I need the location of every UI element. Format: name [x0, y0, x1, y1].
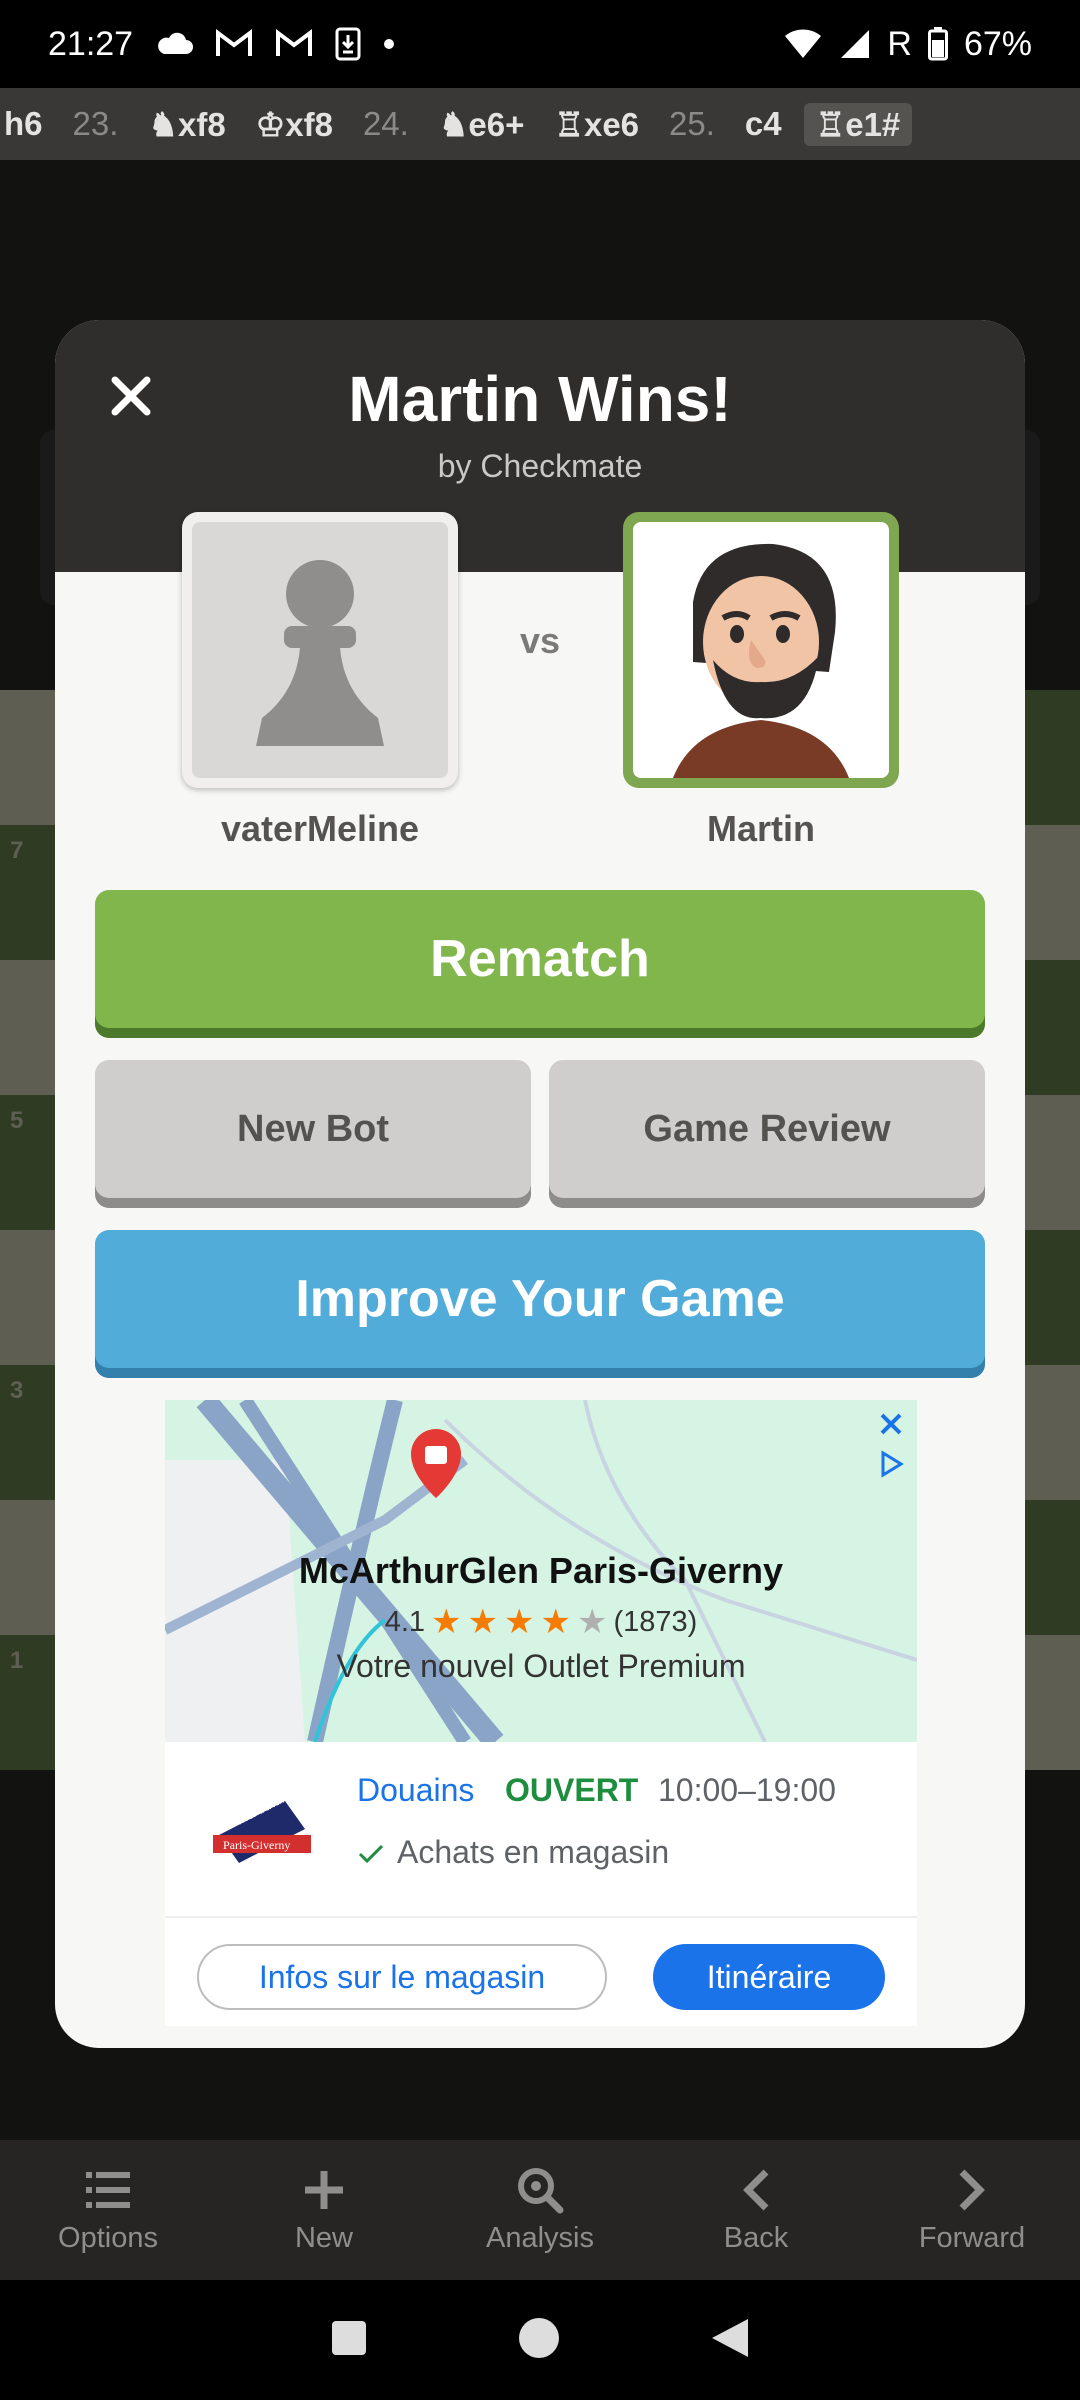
store-feature-label: Achats en magasin [397, 1834, 670, 1870]
home-button[interactable] [518, 2317, 560, 2364]
square-icon [332, 2320, 366, 2355]
signal-icon [839, 28, 871, 60]
ad-tagline: Votre nouvel Outlet Premium [336, 1648, 746, 1684]
plus-icon [305, 2170, 343, 2209]
forward-label: Forward [918, 2221, 1026, 2254]
bot-name: Martin [707, 808, 815, 849]
analysis-button[interactable]: Analysis [432, 2140, 648, 2280]
store-open-status: OUVERT [505, 1772, 639, 1808]
store-logo: McArthur Glen Paris-Giverny [209, 1776, 315, 1867]
divider [165, 1916, 917, 1918]
result-title: Martin Wins! [348, 363, 732, 435]
triangle-back-icon [712, 2318, 748, 2357]
wifi-icon [783, 28, 823, 60]
store-info-button[interactable]: Infos sur le magasin [197, 1944, 607, 2010]
download-icon [335, 27, 361, 61]
game-over-modal: Martin Wins! by Checkmate vs vaterMeline… [55, 320, 1025, 2048]
game-review-button[interactable]: Game Review [549, 1060, 985, 1208]
gmail-icon [215, 29, 253, 59]
system-nav-bar [0, 2280, 1080, 2400]
cloud-icon [155, 32, 194, 56]
gmail-icon [275, 29, 313, 59]
move[interactable]: h6 [4, 105, 43, 143]
move[interactable]: ♖xe6 [554, 105, 639, 144]
forward-button[interactable]: Forward [864, 2140, 1080, 2280]
star-icon: ★ [467, 1603, 498, 1641]
network-type: R [887, 24, 912, 63]
player-name: vaterMeline [220, 808, 420, 849]
star-icon: ★ [504, 1603, 535, 1641]
home-circle-icon [519, 2317, 559, 2358]
ad-store-info[interactable]: McArthur Glen Paris-Giverny Douains OUVE… [165, 1742, 917, 1916]
new-bot-button[interactable]: New Bot [95, 1060, 531, 1208]
ad-title: McArthurGlen Paris-Giverny [298, 1550, 784, 1591]
rating-value: 4.1 [384, 1605, 426, 1638]
analysis-magnifier-icon [518, 2167, 564, 2213]
status-bar: 21:27 R 67% [0, 0, 1080, 88]
store-feature: Achats en magasin [357, 1834, 669, 1871]
player-avatar [182, 512, 458, 788]
options-label: Options [58, 2221, 158, 2254]
move-number: 23. [72, 105, 119, 142]
ad-map[interactable]: McArthurGlen Paris-Giverny 4.1 ★ ★ ★ ★ ★… [165, 1400, 917, 1750]
close-icon [880, 1413, 902, 1435]
move[interactable]: ♞xf8 [148, 105, 225, 144]
new-label: New [294, 2221, 353, 2254]
move[interactable]: c4 [745, 105, 782, 143]
new-game-button[interactable]: New [216, 2140, 432, 2280]
improve-game-button[interactable]: Improve Your Game [95, 1230, 985, 1378]
analysis-label: Analysis [486, 2221, 594, 2254]
clock: 21:27 [48, 24, 134, 63]
star-icon: ★ [540, 1603, 571, 1641]
ad-rating: 4.1 ★ ★ ★ ★ ★ (1873) [165, 1602, 917, 1642]
chevron-left-icon [743, 2169, 769, 2210]
store-hours: 10:00–19:00 [658, 1772, 836, 1808]
star-icon: ★ [576, 1603, 608, 1641]
vs-label: vs [519, 620, 561, 661]
review-count: (1873) [613, 1605, 698, 1638]
move-number: 24. [362, 105, 409, 142]
ad-close-button[interactable] [873, 1406, 909, 1442]
battery-level: 67% [963, 24, 1032, 63]
back-button[interactable]: Back [648, 2140, 864, 2280]
ad-banner[interactable]: McArthurGlen Paris-Giverny 4.1 ★ ★ ★ ★ ★… [165, 1400, 917, 2026]
move[interactable]: ♔xf8 [256, 105, 333, 144]
star-icon: ★ [431, 1603, 462, 1641]
pawn-icon [256, 560, 384, 746]
checkmark-icon [358, 1844, 384, 1863]
rematch-button[interactable]: Rematch [95, 890, 985, 1038]
recents-button[interactable] [330, 2319, 368, 2362]
move-list[interactable]: h6 23. ♞xf8 ♔xf8 24. ♞e6+ ♖xe6 25. c4 ♖e… [0, 88, 1080, 160]
system-back-button[interactable] [710, 2317, 750, 2364]
result-reason: by Checkmate [437, 448, 643, 484]
options-button[interactable]: Options [0, 2140, 216, 2280]
battery-icon [927, 27, 948, 61]
chevron-right-icon [959, 2169, 985, 2210]
store-logo-subtext: Paris-Giverny [223, 1838, 290, 1852]
directions-button[interactable]: Itinéraire [653, 1944, 885, 2010]
move[interactable]: ♞e6+ [439, 105, 525, 144]
back-label: Back [723, 2221, 789, 2254]
notification-dot-icon [383, 38, 395, 50]
store-city[interactable]: Douains [357, 1772, 474, 1809]
move-number: 25. [669, 105, 715, 142]
bot-avatar [623, 512, 899, 788]
current-move[interactable]: ♖e1# [803, 102, 913, 146]
adchoices-icon[interactable] [873, 1446, 909, 1482]
list-icon [86, 2171, 130, 2208]
martin-bot-icon [673, 543, 849, 778]
bottom-toolbar: Options New Analysis Back Forward [0, 2140, 1080, 2280]
